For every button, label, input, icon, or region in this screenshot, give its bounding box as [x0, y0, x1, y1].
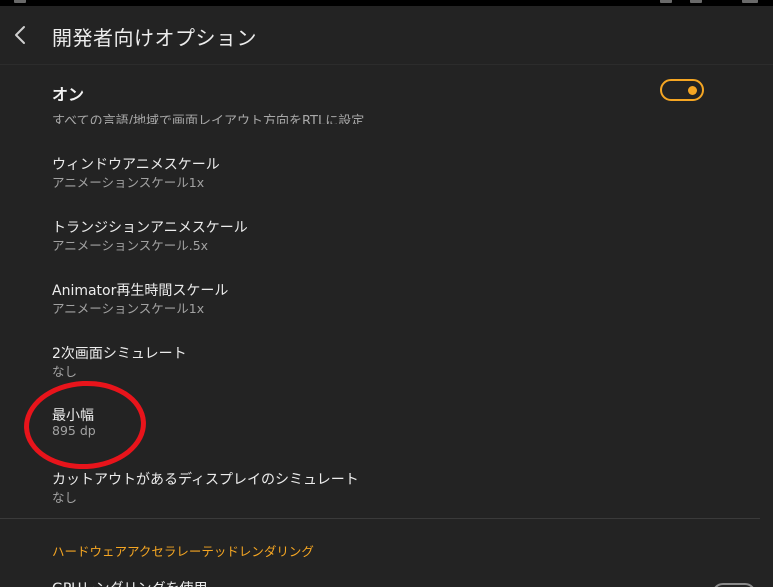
list-item-title: ウィンドウアニメスケール: [52, 157, 220, 173]
battery-icon: [742, 0, 758, 3]
toggle-knob: [688, 86, 697, 95]
list-item-subtitle: アニメーションスケール1x: [52, 301, 205, 316]
list-item-title: GPUレンダリングを使用: [52, 578, 208, 587]
window-animation-scale-item[interactable]: ウィンドウアニメスケール アニメーションスケール1x: [0, 154, 773, 194]
back-button[interactable]: [0, 12, 40, 58]
notification-icon: [690, 0, 702, 3]
list-item-title: 最小幅: [52, 408, 94, 424]
force-rtl-description: すべての言語/地域で画面レイアウト方向をRTLに設定: [52, 114, 365, 124]
list-item-title: トランジションアニメスケール: [52, 220, 248, 236]
app-bar: 開発者向けオプション: [0, 6, 773, 65]
list-item-subtitle: なし: [52, 490, 78, 505]
list-item-subtitle: アニメーションスケール1x: [52, 175, 205, 190]
list-item-title: カットアウトがあるディスプレイのシミュレート: [52, 472, 359, 488]
section-header-hardware-accelerated-rendering: ハードウェアアクセラレーテッドレンダリング: [52, 544, 314, 559]
simulate-secondary-display-item[interactable]: 2次画面シミュレート なし: [0, 343, 773, 383]
animator-duration-scale-item[interactable]: Animator再生時間スケール アニメーションスケール1x: [0, 280, 773, 320]
force-rtl-item-clipped[interactable]: すべての言語/地域で画面レイアウト方向をRTLに設定: [52, 106, 752, 124]
settings-screen: 開発者向けオプション オン すべての言語/地域で画面レイアウト方向をRTLに設定…: [0, 0, 773, 587]
master-toggle-switch[interactable]: [660, 79, 704, 101]
force-gpu-rendering-item[interactable]: GPUレンダリングを使用: [52, 575, 692, 587]
chevron-left-icon: [15, 26, 25, 44]
list-item-subtitle: アニメーションスケール.5x: [52, 238, 209, 253]
page-title: 開発者向けオプション: [52, 26, 257, 50]
master-switch-label: オン: [52, 85, 85, 104]
list-item-subtitle: なし: [52, 364, 78, 379]
status-icon: [14, 0, 26, 3]
smallest-width-item[interactable]: 最小幅 895 dp: [0, 405, 773, 445]
list-item-title: 2次画面シミュレート: [52, 346, 187, 362]
section-divider: [0, 518, 760, 519]
gpu-rendering-toggle-switch[interactable]: [712, 583, 756, 587]
display-cutout-simulation-item[interactable]: カットアウトがあるディスプレイのシミュレート なし: [0, 469, 773, 509]
wifi-icon: [660, 0, 672, 3]
list-item-subtitle: 895 dp: [52, 423, 96, 438]
transition-animation-scale-item[interactable]: トランジションアニメスケール アニメーションスケール.5x: [0, 217, 773, 257]
list-item-title: Animator再生時間スケール: [52, 283, 229, 299]
